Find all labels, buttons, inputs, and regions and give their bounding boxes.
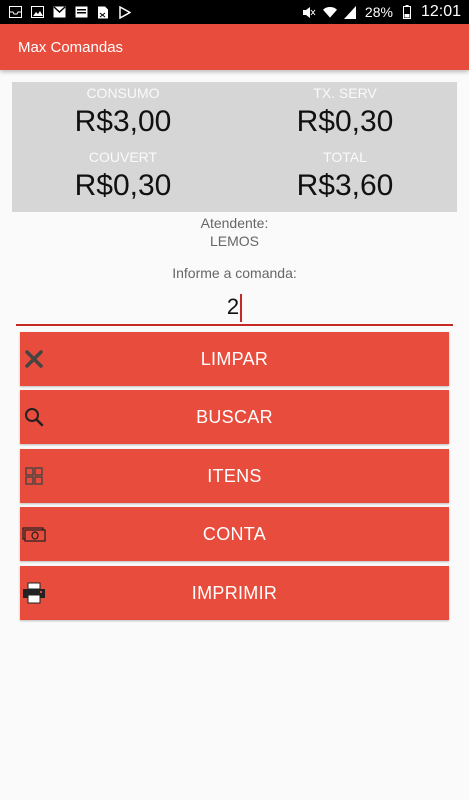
attendant-name: LEMOS bbox=[209, 233, 259, 249]
text-cursor bbox=[240, 294, 243, 323]
consumo-cell: CONSUMO R$3,00 bbox=[12, 84, 234, 142]
imprimir-label: IMPRIMIR bbox=[191, 582, 278, 603]
attendant-info: Atendente: LEMOS bbox=[0, 214, 469, 250]
txserv-value: R$0,30 bbox=[296, 105, 394, 138]
comanda-value: 2 bbox=[226, 294, 240, 319]
battery-icon bbox=[400, 5, 414, 19]
totals-panel: CONSUMO R$3,00 TX. SERV R$0,30 COUVERT R… bbox=[12, 82, 457, 212]
total-value: R$3,60 bbox=[296, 169, 394, 202]
buscar-button[interactable]: BUSCAR bbox=[20, 390, 449, 444]
money-icon bbox=[22, 522, 46, 546]
mute-icon bbox=[302, 5, 316, 19]
imprimir-button[interactable]: IMPRIMIR bbox=[20, 566, 449, 620]
mail-icon bbox=[8, 5, 22, 19]
consumo-label: CONSUMO bbox=[86, 85, 160, 101]
signal-icon bbox=[344, 5, 358, 19]
comanda-prompt: Informe a comanda: bbox=[172, 265, 297, 281]
total-label: TOTAL bbox=[323, 149, 367, 165]
clock: 12:01 bbox=[420, 3, 461, 20]
play-store-icon bbox=[118, 5, 132, 19]
buscar-label: BUSCAR bbox=[196, 406, 273, 427]
search-icon bbox=[22, 405, 46, 429]
couvert-cell: COUVERT R$0,30 bbox=[12, 148, 234, 206]
grid-icon bbox=[22, 464, 46, 488]
conta-button[interactable]: CONTA bbox=[20, 507, 449, 561]
txserv-cell: TX. SERV R$0,30 bbox=[234, 84, 456, 142]
status-bar: 28% 12:01 bbox=[0, 0, 469, 24]
document-icon bbox=[96, 5, 110, 19]
couvert-value: R$0,30 bbox=[74, 169, 172, 202]
conta-label: CONTA bbox=[202, 523, 267, 544]
limpar-button[interactable]: LIMPAR bbox=[20, 332, 449, 386]
close-icon bbox=[22, 347, 46, 371]
couvert-label: COUVERT bbox=[88, 149, 158, 165]
wifi-icon bbox=[322, 5, 337, 19]
txserv-label: TX. SERV bbox=[313, 85, 377, 101]
app-bar: Max Comandas bbox=[0, 24, 469, 70]
limpar-label: LIMPAR bbox=[200, 348, 269, 369]
battery-percent: 28% bbox=[364, 4, 393, 20]
image-icon bbox=[30, 5, 44, 19]
itens-button[interactable]: ITENS bbox=[20, 449, 449, 503]
comanda-input[interactable]: 2 bbox=[16, 288, 453, 326]
app-title: Max Comandas bbox=[18, 38, 124, 56]
itens-label: ITENS bbox=[207, 465, 262, 486]
gmail-icon bbox=[52, 5, 66, 19]
total-cell: TOTAL R$3,60 bbox=[234, 148, 456, 206]
printer-icon bbox=[22, 581, 46, 605]
consumo-value: R$3,00 bbox=[74, 105, 172, 138]
email-icon bbox=[74, 5, 88, 19]
attendant-label: Atendente: bbox=[200, 215, 269, 231]
